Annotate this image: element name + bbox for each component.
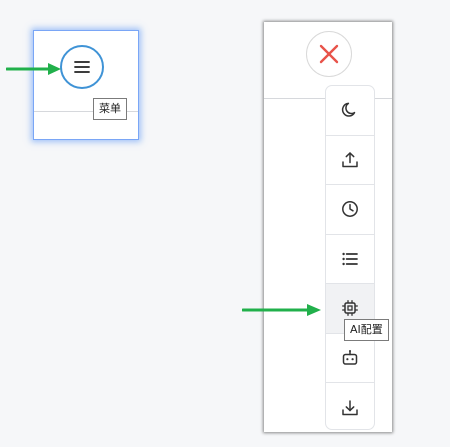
- sidebar-toolbar: [325, 85, 375, 430]
- chip-icon: [342, 300, 358, 317]
- theme-toggle-button[interactable]: [326, 86, 374, 136]
- download-icon: [342, 400, 358, 415]
- menu-tooltip: 菜单: [93, 98, 127, 120]
- arrow-icon: [6, 63, 61, 75]
- clock-icon: [342, 201, 358, 218]
- list-button[interactable]: [326, 235, 374, 284]
- sidebar-panel: AI配置: [264, 22, 392, 432]
- robot-icon: [342, 349, 358, 365]
- arrow-icon: [242, 304, 321, 316]
- download-button[interactable]: [326, 383, 374, 429]
- close-icon: [319, 44, 339, 64]
- hamburger-icon: [74, 61, 90, 73]
- menu-panel: 菜单: [33, 30, 139, 140]
- close-button[interactable]: [306, 31, 352, 77]
- upload-icon: [342, 152, 358, 167]
- ai-config-tooltip: AI配置: [344, 319, 389, 341]
- upload-button[interactable]: [326, 136, 374, 185]
- list-icon: [342, 252, 358, 265]
- menu-button[interactable]: [60, 45, 104, 89]
- history-button[interactable]: [326, 185, 374, 235]
- moon-icon: [341, 102, 356, 117]
